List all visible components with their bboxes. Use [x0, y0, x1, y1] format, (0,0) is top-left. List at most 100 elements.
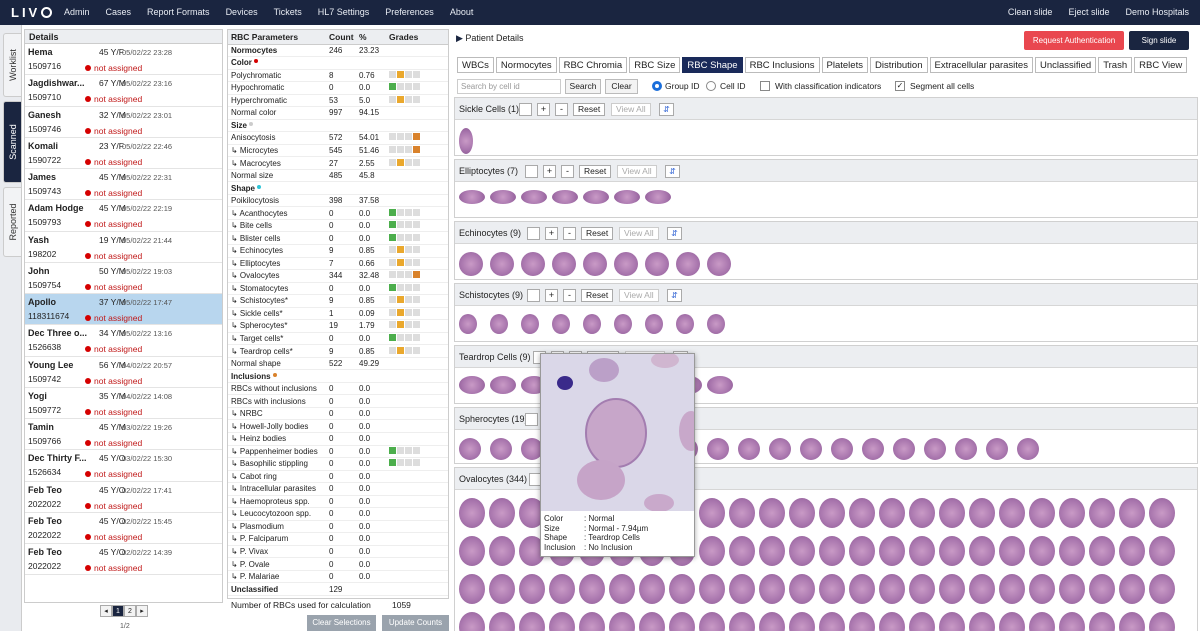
rbc-cell-thumbnail[interactable] [459, 536, 485, 566]
zoom-in-button[interactable]: + [545, 227, 558, 240]
rbc-cell-thumbnail[interactable] [549, 574, 575, 604]
nav-about[interactable]: About [442, 0, 482, 25]
rbc-cell-thumbnail[interactable] [490, 314, 508, 334]
zoom-out-button[interactable]: - [563, 289, 576, 302]
clear-selections-button[interactable]: Clear Selections [307, 615, 376, 631]
rbc-cell-thumbnail[interactable] [879, 498, 905, 528]
view-all-button[interactable]: View All [617, 165, 657, 178]
rbc-cell-thumbnail[interactable] [1149, 574, 1175, 604]
rbc-cell-thumbnail[interactable] [669, 612, 695, 631]
patient-row[interactable]: Feb Teo 45 Y/O 02/02/22 15:45 2022022 no… [25, 513, 222, 544]
tab-rbc-inclusions[interactable]: RBC Inclusions [744, 57, 820, 73]
rbc-cell-thumbnail[interactable] [819, 612, 845, 631]
patient-row[interactable]: Young Lee 56 Y/M 04/02/22 20:57 1509742 … [25, 357, 222, 388]
rbc-cell-thumbnail[interactable] [879, 536, 905, 566]
patient-row[interactable]: Tamin 45 Y/M 03/02/22 19:26 1509766 not … [25, 419, 222, 451]
rbc-cell-thumbnail[interactable] [849, 574, 875, 604]
rbc-cell-thumbnail[interactable] [849, 536, 875, 566]
rbc-cell-thumbnail[interactable] [1149, 498, 1175, 528]
rbc-cell-thumbnail[interactable] [645, 190, 671, 204]
rbc-cell-thumbnail[interactable] [519, 574, 545, 604]
rbc-cell-thumbnail[interactable] [699, 498, 725, 528]
rbc-cell-thumbnail[interactable] [939, 536, 965, 566]
rbc-cell-thumbnail[interactable] [552, 252, 576, 276]
rbc-cell-thumbnail[interactable] [986, 438, 1008, 460]
zoom-in-button[interactable]: + [543, 165, 556, 178]
rbc-cell-thumbnail[interactable] [769, 438, 791, 460]
rbc-cell-thumbnail[interactable] [707, 314, 725, 334]
rbc-cell-thumbnail[interactable] [729, 612, 755, 631]
rbc-cell-thumbnail[interactable] [489, 536, 515, 566]
rbc-cell-thumbnail[interactable] [583, 314, 601, 334]
rbc-cell-thumbnail[interactable] [490, 438, 512, 460]
request-authentication-button[interactable]: Request Authentication [1024, 31, 1124, 50]
tab-rbc-shape[interactable]: RBC Shape [682, 57, 743, 73]
nav-devices[interactable]: Devices [218, 0, 266, 25]
tab-rbc-size[interactable]: RBC Size [629, 57, 681, 73]
patient-row[interactable]: Feb Teo 45 Y/O 02/02/22 17:41 2022022 no… [25, 482, 222, 513]
rbc-cell-thumbnail[interactable] [459, 612, 485, 631]
rbc-cell-thumbnail[interactable] [583, 252, 607, 276]
patient-row[interactable]: Adam Hodge 45 Y/M 05/02/22 22:19 1509793… [25, 200, 222, 232]
rbc-cell-thumbnail[interactable] [521, 314, 539, 334]
reset-button[interactable]: Reset [573, 103, 606, 116]
rbc-cell-thumbnail[interactable] [676, 314, 694, 334]
patient-row[interactable]: Yash 19 Y/M 05/02/22 21:44 198202 not as… [25, 232, 222, 263]
rbc-cell-thumbnail[interactable] [759, 536, 785, 566]
rbc-cell-thumbnail[interactable] [645, 314, 663, 334]
rbc-cell-thumbnail[interactable] [707, 438, 729, 460]
rbc-cell-thumbnail[interactable] [707, 376, 733, 394]
patient-row[interactable]: Hema 45 Y/F 05/02/22 23:28 1509716 not a… [25, 44, 222, 76]
next-page-button[interactable]: ▸ [136, 605, 148, 617]
page-1-button[interactable]: 1 [112, 605, 124, 617]
hospital-name-link[interactable]: Demo Hospitals [1117, 0, 1197, 25]
view-all-button[interactable]: View All [611, 103, 651, 116]
rbc-cell-thumbnail[interactable] [999, 498, 1025, 528]
patient-row[interactable]: John 50 Y/M 05/02/22 19:03 1509754 not a… [25, 263, 222, 294]
rbc-cell-thumbnail[interactable] [955, 438, 977, 460]
rbc-cell-thumbnail[interactable] [639, 612, 665, 631]
rbc-cell-thumbnail[interactable] [800, 438, 822, 460]
patient-row[interactable]: Yogi 35 Y/M 04/02/22 14:08 1509772 not a… [25, 388, 222, 419]
rbc-cell-thumbnail[interactable] [521, 190, 547, 204]
rbc-cell-thumbnail[interactable] [552, 314, 570, 334]
rbc-cell-thumbnail[interactable] [939, 612, 965, 631]
reset-button[interactable]: Reset [581, 227, 614, 240]
zoom-in-button[interactable]: + [537, 103, 550, 116]
rbc-cell-thumbnail[interactable] [1089, 498, 1115, 528]
rbc-cell-thumbnail[interactable] [490, 252, 514, 276]
rbc-cell-thumbnail[interactable] [909, 574, 935, 604]
tab-rbc-view[interactable]: RBC View [1134, 57, 1188, 73]
rbc-cell-thumbnail[interactable] [489, 498, 515, 528]
rbc-cell-thumbnail[interactable] [849, 612, 875, 631]
rbc-cell-thumbnail[interactable] [999, 612, 1025, 631]
sort-icon[interactable]: ⇵ [659, 103, 674, 116]
group-id-radio[interactable] [652, 81, 662, 91]
rbc-cell-thumbnail[interactable] [939, 574, 965, 604]
rbc-cell-thumbnail[interactable] [583, 190, 609, 204]
rbc-cell-thumbnail[interactable] [789, 574, 815, 604]
tab-trash[interactable]: Trash [1098, 57, 1133, 73]
segment-all-checkbox[interactable]: ✓ [895, 81, 905, 91]
rbc-cell-thumbnail[interactable] [645, 252, 669, 276]
rbc-cell-thumbnail[interactable] [699, 574, 725, 604]
tab-normocytes[interactable]: Normocytes [495, 57, 557, 73]
rbc-cell-thumbnail[interactable] [999, 574, 1025, 604]
rbc-cell-thumbnail[interactable] [849, 498, 875, 528]
zoom-out-button[interactable]: - [563, 227, 576, 240]
zoom-out-button[interactable]: - [561, 165, 574, 178]
patient-row[interactable]: Apollo 37 Y/M 05/02/22 17:47 118311674 n… [25, 294, 222, 326]
rbc-cell-thumbnail[interactable] [614, 190, 640, 204]
rbc-cell-thumbnail[interactable] [459, 128, 473, 154]
rbc-cell-thumbnail[interactable] [893, 438, 915, 460]
rbc-cell-thumbnail[interactable] [549, 612, 575, 631]
rbc-cell-thumbnail[interactable] [1089, 574, 1115, 604]
rbc-cell-thumbnail[interactable] [819, 574, 845, 604]
nav-admin[interactable]: Admin [56, 0, 98, 25]
rbc-cell-thumbnail[interactable] [879, 574, 905, 604]
rbc-cell-thumbnail[interactable] [969, 498, 995, 528]
rbc-cell-thumbnail[interactable] [831, 438, 853, 460]
patient-row[interactable]: Dec Thirty F... 45 Y/O 03/02/22 15:30 15… [25, 450, 222, 482]
rbc-cell-thumbnail[interactable] [759, 498, 785, 528]
rbc-cell-thumbnail[interactable] [1017, 438, 1039, 460]
